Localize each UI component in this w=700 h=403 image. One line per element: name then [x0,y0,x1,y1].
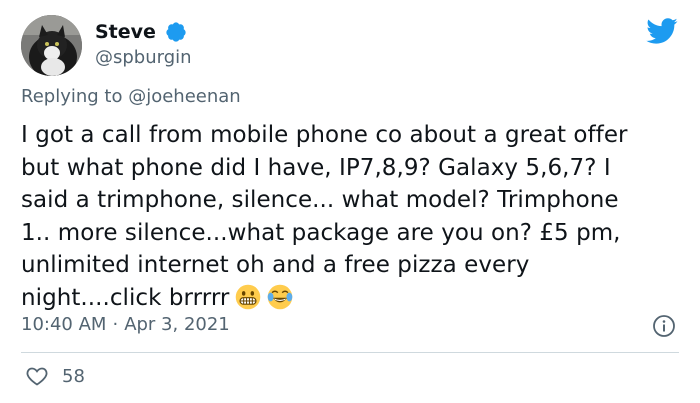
face-with-tears-of-joy-emoji-icon [267,284,293,310]
avatar[interactable] [21,15,82,76]
like-button[interactable]: 58 [25,364,85,388]
tweet-date[interactable]: Apr 3, 2021 [124,314,230,335]
twitter-bird-icon[interactable] [645,17,678,45]
tweet-time[interactable]: 10:40 AM [21,314,106,335]
author-block: Steve @spburgin [95,19,192,68]
cat-avatar-image [21,15,82,76]
author-name[interactable]: Steve [95,21,156,43]
tweet-body: I got a call from mobile phone co about … [21,122,628,311]
reply-mention-link[interactable]: @joeheenan [128,86,241,107]
name-row: Steve [95,19,192,45]
reply-prefix: Replying to [21,86,123,107]
replying-to-line: Replying to @joeheenan [21,86,241,107]
tweet-text: I got a call from mobile phone co about … [21,119,681,314]
like-count: 58 [62,365,85,387]
meta-separator: · [112,314,119,335]
verified-badge-icon [165,21,187,43]
divider [21,352,679,353]
tweet-meta: 10:40 AM · Apr 3, 2021 [21,314,230,335]
tweet-card: Steve @spburgin Replying to @joeheenan I… [0,0,700,403]
info-icon[interactable] [652,314,676,338]
heart-icon [26,367,48,386]
author-handle[interactable]: @spburgin [95,47,192,68]
grimacing-face-emoji-icon [235,284,261,310]
